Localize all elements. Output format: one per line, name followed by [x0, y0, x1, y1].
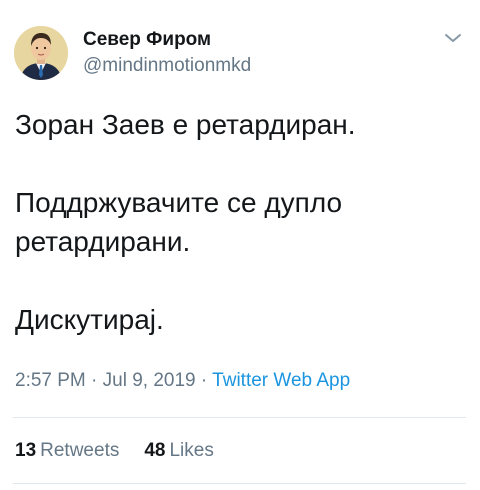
user-handle[interactable]: @mindinmotionmkd: [83, 55, 251, 77]
meta-separator: ·: [195, 370, 213, 391]
tweet-stats: 13 Retweets 48 Likes: [15, 440, 214, 462]
avatar-image: [14, 26, 68, 80]
retweets-count: 13: [15, 440, 37, 461]
divider: [13, 417, 466, 418]
avatar[interactable]: [14, 26, 68, 80]
likes-stat[interactable]: 48 Likes: [144, 440, 214, 462]
likes-label: Likes: [169, 440, 214, 461]
tweet-text: Зоран Заев е ретардиран. Поддржувачите с…: [15, 105, 467, 339]
tweet-line-break: [15, 144, 467, 183]
tweet-text-line: ретардирани.: [15, 226, 191, 257]
tweet-card: Север Фиром @mindinmotionmkd Зоран Заев …: [0, 0, 480, 490]
tweet-text-line: Поддржувачите се дупло: [15, 187, 343, 218]
tweet-text-line: Дискутирај.: [15, 304, 164, 335]
tweet-text-line: Зоран Заев е ретардиран.: [15, 109, 356, 140]
tweet-date[interactable]: Jul 9, 2019: [103, 370, 196, 391]
tweet-line-break: [15, 261, 467, 300]
tweet-meta: 2:57 PM · Jul 9, 2019 · Twitter Web App: [15, 370, 350, 392]
retweets-label: Retweets: [40, 440, 120, 461]
likes-count: 48: [144, 440, 166, 461]
tweet-time[interactable]: 2:57 PM: [15, 370, 86, 391]
display-name[interactable]: Север Фиром: [83, 29, 211, 51]
tweet-source-link[interactable]: Twitter Web App: [212, 370, 350, 391]
meta-separator: ·: [85, 370, 103, 391]
divider: [13, 483, 466, 484]
chevron-down-icon[interactable]: [444, 32, 462, 44]
retweets-stat[interactable]: 13 Retweets: [15, 440, 119, 462]
tweet-header: Север Фиром @mindinmotionmkd: [14, 26, 466, 82]
